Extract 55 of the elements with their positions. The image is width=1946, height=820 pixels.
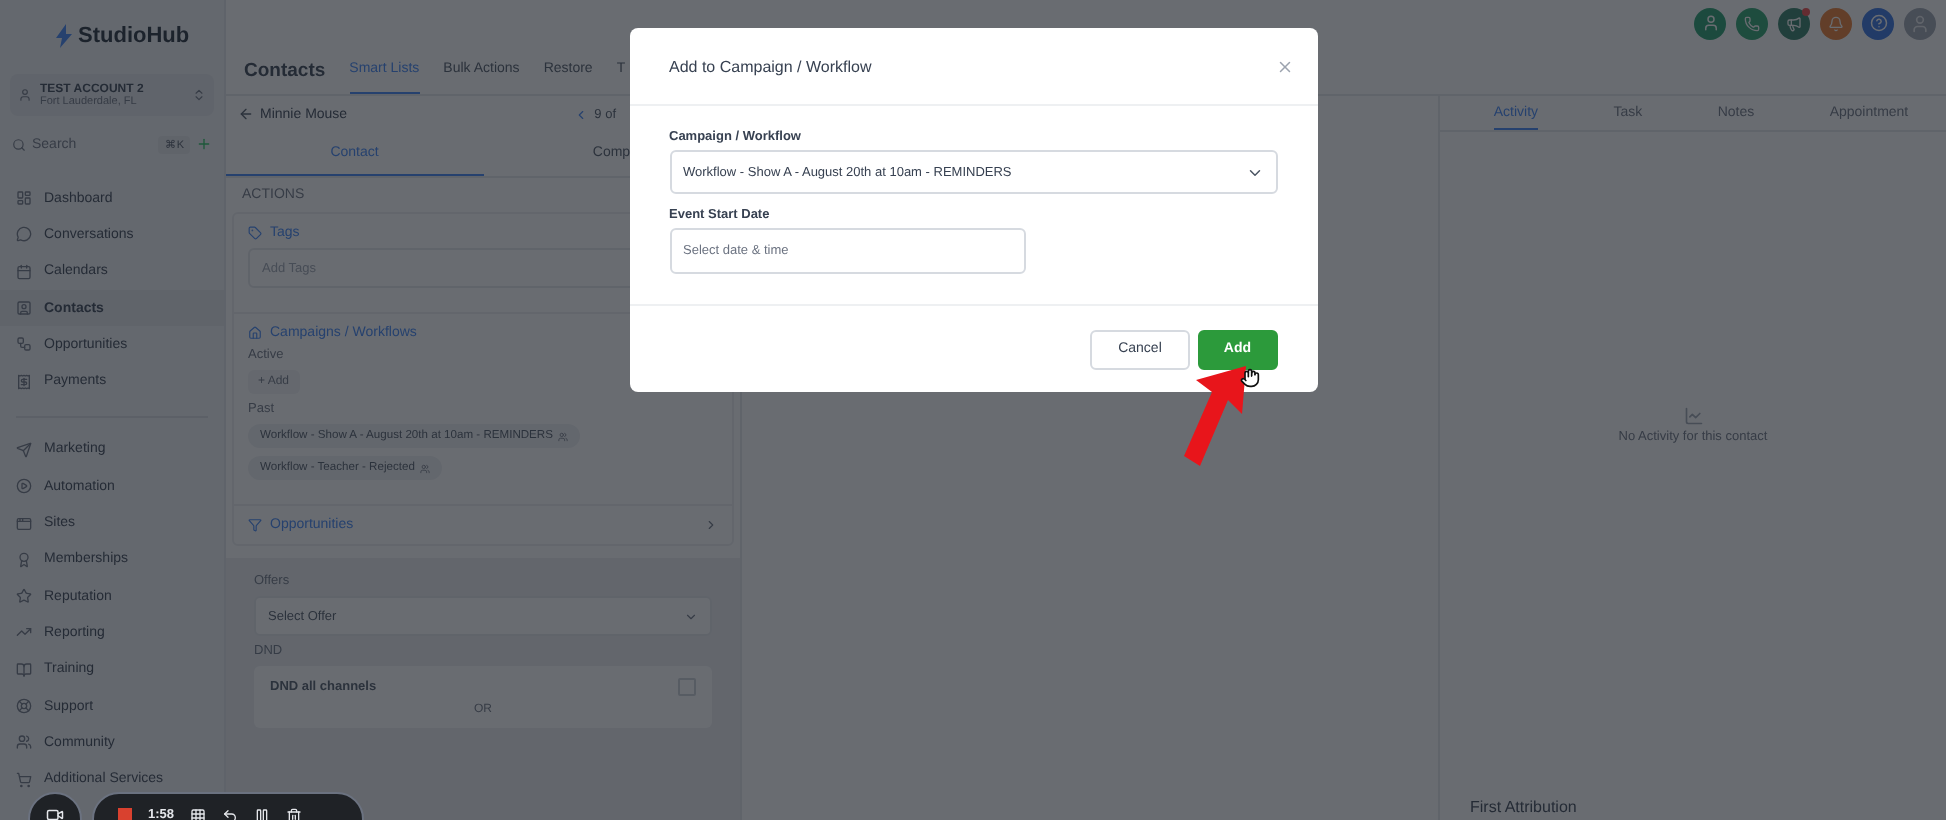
lifebuoy-icon — [16, 698, 32, 714]
people-icon — [16, 734, 32, 751]
contact-card-icon — [16, 300, 32, 317]
pointer-arrow — [1180, 362, 1252, 470]
back-arrow-icon[interactable] — [238, 106, 254, 122]
user-icon — [18, 88, 32, 102]
chat-bubble-icon — [16, 226, 32, 243]
megaphone-icon — [1786, 15, 1802, 31]
receipt-icon — [16, 373, 32, 390]
nodes-icon — [16, 336, 32, 353]
phone-icon — [1744, 15, 1760, 31]
star-icon — [16, 588, 32, 605]
book-icon — [16, 661, 32, 678]
notification-dot — [1802, 7, 1810, 15]
pause-icon[interactable] — [254, 808, 271, 820]
award-icon — [16, 551, 32, 568]
browser-window-icon — [16, 515, 32, 532]
chevron-up-down-icon — [192, 88, 206, 102]
cart-icon — [16, 771, 32, 788]
grid-icon — [16, 190, 32, 207]
phone-button[interactable] — [1736, 7, 1768, 39]
person-button[interactable] — [1694, 7, 1726, 39]
grid-icon[interactable] — [190, 808, 207, 820]
calendar-icon — [16, 263, 32, 280]
help-button[interactable] — [1862, 7, 1894, 39]
megaphone-button[interactable] — [1778, 7, 1810, 39]
people-icon — [558, 431, 569, 441]
bell-button[interactable] — [1820, 7, 1852, 39]
bolt-logo-icon — [56, 24, 72, 48]
trend-line-icon — [16, 624, 32, 641]
help-icon — [1869, 14, 1887, 32]
page-title: Contacts — [244, 59, 326, 81]
tag-icon — [248, 226, 262, 240]
people-icon — [420, 463, 431, 473]
plus-icon[interactable] — [196, 136, 212, 152]
app-logo: StudioHub — [78, 24, 190, 48]
chevron-right-icon[interactable] — [704, 518, 718, 532]
funnel-icon — [248, 518, 262, 532]
avatar[interactable] — [1904, 7, 1936, 39]
house-icon — [248, 326, 262, 340]
person-icon — [1701, 14, 1719, 32]
close-icon[interactable] — [1275, 57, 1293, 75]
trash-icon[interactable] — [286, 808, 303, 820]
line-chart-icon — [1683, 406, 1703, 426]
bell-icon — [1828, 15, 1844, 31]
chevron-down-icon — [684, 609, 698, 623]
person-silhouette-icon — [1910, 13, 1930, 33]
send-icon — [16, 441, 32, 458]
previous-icon[interactable] — [574, 107, 589, 121]
search-icon — [12, 137, 26, 151]
undo-icon[interactable] — [222, 808, 239, 820]
play-circle-icon — [16, 478, 32, 495]
attribution-title: First Attribution — [1468, 798, 1579, 820]
video-camera-icon — [46, 806, 64, 820]
dialog-title: Add to Campaign / Workflow — [669, 57, 872, 75]
